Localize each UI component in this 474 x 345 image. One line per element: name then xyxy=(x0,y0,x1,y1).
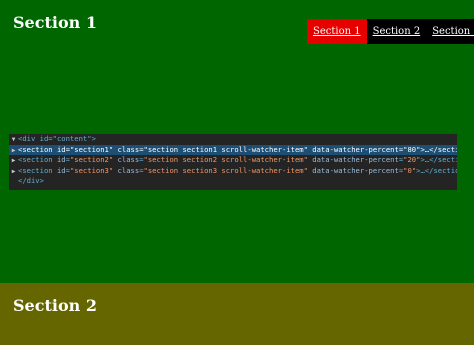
section2-close: …</section> xyxy=(424,155,457,164)
section1-percent-value: 80 xyxy=(407,144,417,154)
section2-percent-value: 20 xyxy=(407,155,417,164)
section3-class-value: section section3 scroll-watcher-item xyxy=(147,165,304,175)
section3-percent-value: 0 xyxy=(407,165,412,175)
dom-node-content-open[interactable]: ▼ <div id="content"> xyxy=(9,134,457,145)
dom-node-section1[interactable]: ▶ <section id="section1" class="section s… xyxy=(9,144,457,155)
section2-class-value: section section2 scroll-watcher-item xyxy=(147,155,304,164)
section2-id-value: section2 xyxy=(74,155,109,164)
section1-class-value: section section1 scroll-watcher-item xyxy=(147,144,304,154)
nav-link-section-1[interactable]: Section 1 xyxy=(307,19,367,44)
section-nav: Section 1 Section 2 Section 3 xyxy=(307,19,474,44)
nav-link-section-2[interactable]: Section 2 xyxy=(367,19,427,44)
nav-link-section-3[interactable]: Section 3 xyxy=(426,19,474,44)
section1-id-value: section1 xyxy=(74,144,109,154)
dom-tag-close: </div> xyxy=(18,176,44,185)
section1-close: …</section> xyxy=(424,144,457,154)
section-2-title: Section 2 xyxy=(13,296,97,315)
section-1-title: Section 1 xyxy=(13,13,97,32)
dom-node-section3[interactable]: ▶ <section id="section3" class="section s… xyxy=(9,166,457,177)
devtools-elements-panel: ▼ <div id="content"> ▶ <section id="sectio… xyxy=(9,134,457,190)
dom-node-content-close[interactable]: </div> xyxy=(9,176,457,187)
section3-id-value: section3 xyxy=(74,165,109,175)
section-2: Section 2 xyxy=(0,283,474,345)
dom-tag-open: <div id="content"> xyxy=(18,134,96,143)
dom-node-section2[interactable]: ▶ <section id="section2" class="section s… xyxy=(9,155,457,166)
section3-close: …</section> xyxy=(420,165,457,175)
